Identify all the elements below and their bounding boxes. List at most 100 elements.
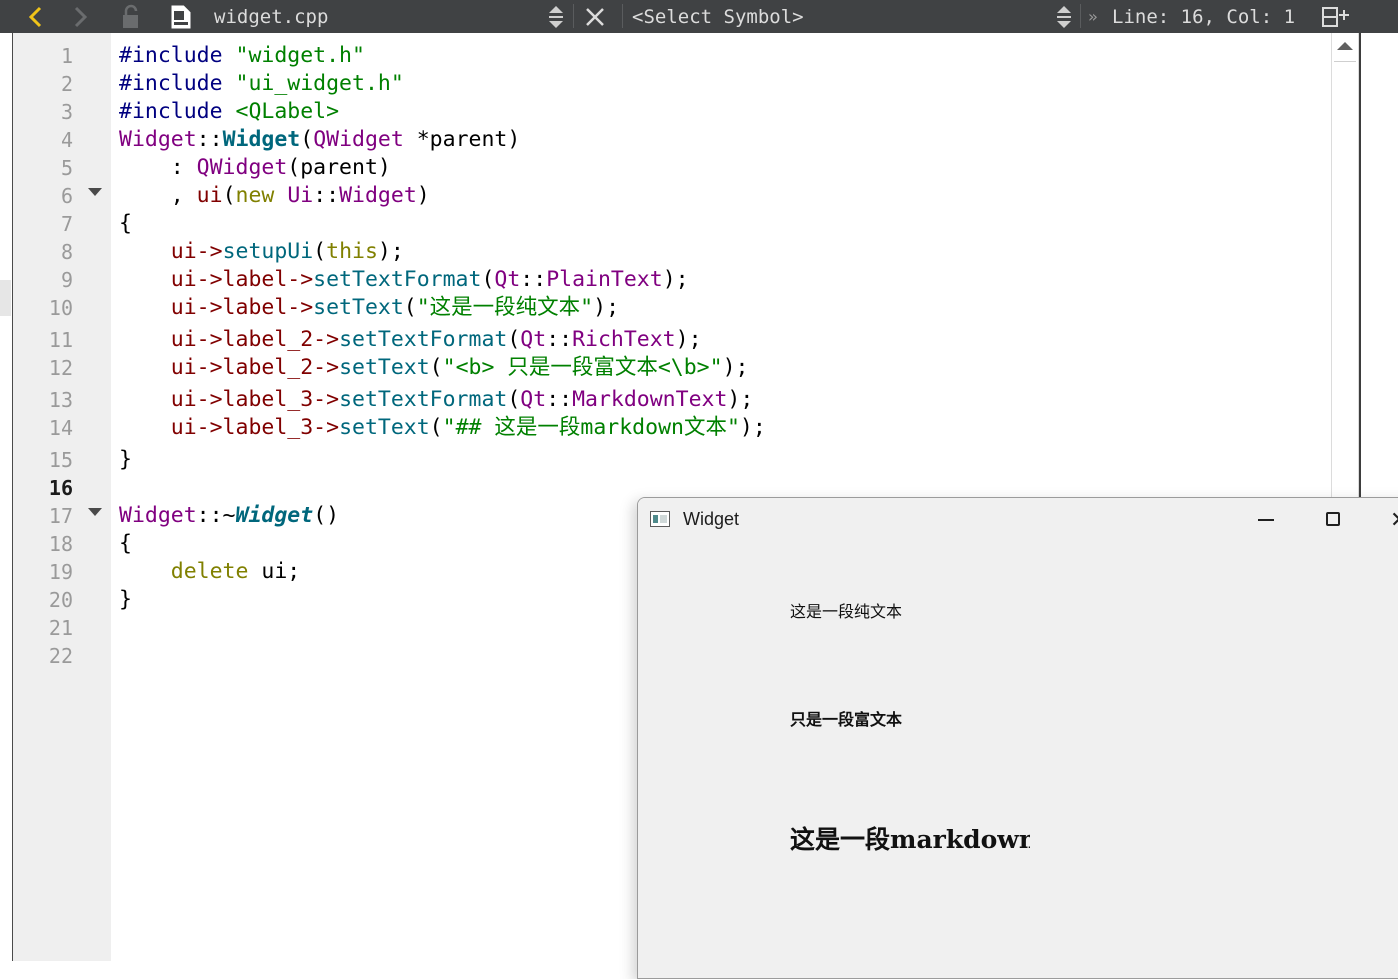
function-token: setText <box>313 295 404 320</box>
maximize-icon[interactable] <box>1326 512 1340 526</box>
member-token: ui->label-> <box>119 295 314 320</box>
member-token: ui->label_3-> <box>119 415 340 440</box>
code-line: ui->label_2->setTextFormat(Qt::RichText)… <box>119 326 702 354</box>
type-token: Qt <box>520 327 547 352</box>
type-token: Qt <box>520 387 547 412</box>
punct-token: () <box>313 503 340 528</box>
code-line: ui->label_3->setText("## 这是一段markdown文本"… <box>119 414 766 442</box>
line-number-gutter[interactable]: 1 2 3 4 5 6 7 8 9 10 11 12 13 14 15 16 1… <box>13 33 111 961</box>
keyword-token: this <box>326 239 378 264</box>
line-number: 19 <box>48 560 73 584</box>
punct-token: ); <box>593 295 620 320</box>
member-token: ui-> <box>119 239 223 264</box>
markdown-text-label: 这是一段markdown文本 <box>790 825 1030 854</box>
punct-token: ); <box>722 355 749 380</box>
type-token: QWidget <box>313 127 404 152</box>
widget-window: Widget ✕ 这是一段纯文本 只是一段富文本 这是一段markdown文本 <box>637 497 1398 979</box>
type-token: Widget <box>119 127 197 152</box>
line-number: 5 <box>60 156 73 180</box>
function-token: setText <box>339 355 430 380</box>
code-line: } <box>119 446 132 474</box>
line-number: 9 <box>60 268 73 292</box>
punct-token: ); <box>377 239 404 264</box>
line-number: 6 <box>60 184 73 208</box>
line-number: 7 <box>60 212 73 236</box>
code-line: ui->label->setText("这是一段纯文本"); <box>119 294 619 322</box>
code-line: ui->label_3->setTextFormat(Qt::MarkdownT… <box>119 386 754 414</box>
enum-token: RichText <box>572 327 676 352</box>
preprocessor-token: #include <box>119 99 236 124</box>
type-token: Widget <box>339 183 417 208</box>
toolbar-divider <box>1080 4 1081 28</box>
text-token: { <box>119 531 132 556</box>
punct-token: ( <box>313 239 327 264</box>
file-selector-arrows-icon[interactable] <box>546 0 566 33</box>
chevron-right-icon[interactable] <box>72 0 96 33</box>
punct-token: ) <box>416 183 430 208</box>
text-token: } <box>119 587 132 612</box>
type-token: Widget <box>119 503 197 528</box>
rich-text-label: 只是一段富文本 <box>790 710 903 729</box>
scroll-up-icon[interactable] <box>1332 33 1358 59</box>
punct-token: ( <box>481 267 495 292</box>
member-token: ui->label_2-> <box>119 327 340 352</box>
line-number: 20 <box>48 588 73 612</box>
app-window-icon <box>650 511 670 527</box>
type-token: Qt <box>494 267 521 292</box>
text-token: : <box>119 155 197 180</box>
fold-arrow-icon[interactable] <box>88 508 102 516</box>
window-close-icon[interactable]: ✕ <box>1390 507 1398 533</box>
keyword-token: delete <box>170 559 249 584</box>
window-title-bar[interactable]: Widget ✕ <box>638 498 1398 542</box>
split-view-icon[interactable] <box>1320 0 1354 33</box>
symbol-selector-arrows-icon[interactable] <box>1054 0 1074 33</box>
text-token: , <box>119 183 197 208</box>
member-token: ui <box>196 183 223 208</box>
keyword-token: new <box>235 183 275 208</box>
document-icon <box>168 0 196 33</box>
toolbar-divider <box>573 4 574 28</box>
chevron-left-icon[interactable] <box>26 0 50 33</box>
operator-token: :: <box>546 387 573 412</box>
function-token: setTextFormat <box>313 267 482 292</box>
punct-token: ); <box>675 327 702 352</box>
line-number: 18 <box>48 532 73 556</box>
fold-arrow-icon[interactable] <box>88 188 102 196</box>
punct-token: ( <box>507 387 521 412</box>
line-number: 21 <box>48 616 73 640</box>
punct-token: ( <box>300 127 314 152</box>
minimize-icon[interactable] <box>1258 519 1274 521</box>
enum-token: PlainText <box>546 267 663 292</box>
line-number: 8 <box>60 240 73 264</box>
symbol-selector[interactable]: <Select Symbol> <box>632 0 804 33</box>
code-line: #include <QLabel> <box>119 98 339 126</box>
line-number: 10 <box>48 296 73 320</box>
text-token: } <box>119 447 132 472</box>
function-token: setText <box>339 415 430 440</box>
type-token: Ui <box>287 183 314 208</box>
cursor-position-label[interactable]: Line: 16, Col: 1 <box>1112 0 1295 33</box>
text-token: { <box>119 211 132 236</box>
file-name-label[interactable]: widget.cpp <box>214 0 328 33</box>
code-line: delete ui; <box>119 558 300 586</box>
line-number: 13 <box>48 388 73 412</box>
member-token: ui->label_3-> <box>119 387 340 412</box>
string-token: "## 这是一段markdown文本" <box>442 415 740 440</box>
close-icon[interactable] <box>584 0 608 33</box>
punct-token: ); <box>662 267 689 292</box>
line-number: 15 <box>48 448 73 472</box>
punct-token: ( <box>429 415 443 440</box>
punct-token: ); <box>727 387 754 412</box>
double-chevron-icon: » <box>1088 7 1098 26</box>
code-line: ui->setupUi(this); <box>119 238 404 266</box>
function-token: Widget <box>235 503 314 528</box>
type-token: QWidget <box>196 155 288 180</box>
operator-token: :: <box>520 267 547 292</box>
code-line: , ui(new Ui::Widget) <box>119 182 430 210</box>
operator-token: ::~ <box>196 503 236 528</box>
line-number: 1 <box>60 44 73 68</box>
code-line: : QWidget(parent) <box>119 154 391 182</box>
include-token: "widget.h" <box>235 43 365 68</box>
lock-icon[interactable] <box>120 0 146 33</box>
